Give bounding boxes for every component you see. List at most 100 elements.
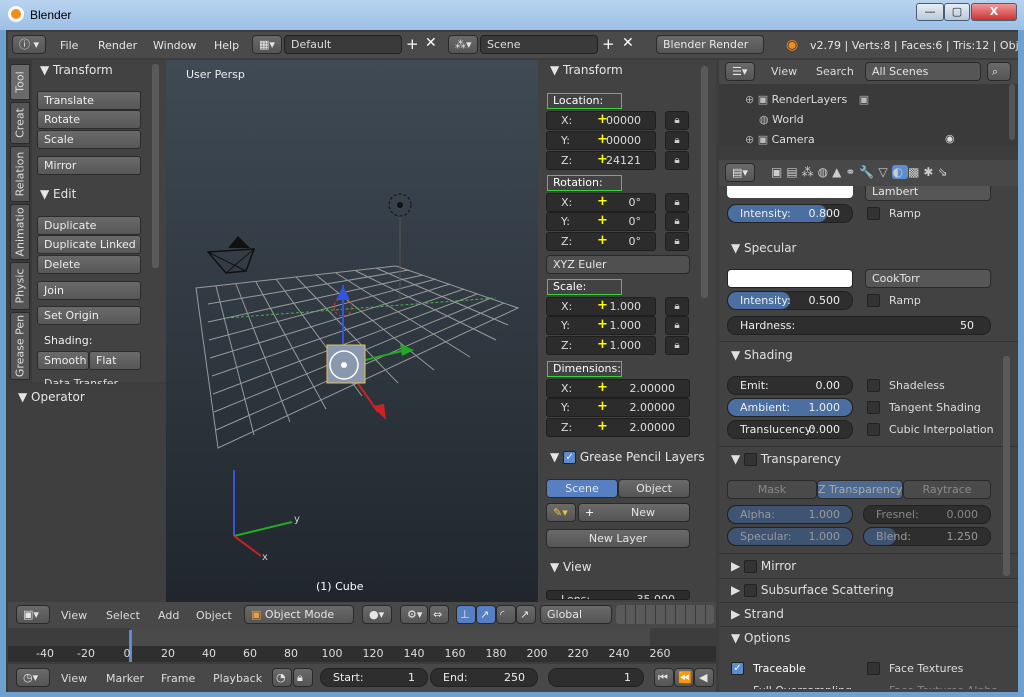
rotation-z-field[interactable]: Z: +0°	[546, 232, 656, 251]
start-frame-field[interactable]: Start: 1	[320, 668, 428, 687]
timeline-view-menu[interactable]: View	[61, 672, 87, 685]
translate-manipulator-icon[interactable]: ⊥	[456, 605, 476, 624]
outliner-search-icon[interactable]: ⌕	[987, 62, 1011, 81]
lock-location-y-icon[interactable]: 🔒︎	[665, 131, 689, 150]
join-button[interactable]: Join	[37, 281, 141, 300]
smooth-button[interactable]: Smooth	[37, 351, 89, 370]
screen-layout-field[interactable]: Default	[284, 35, 402, 54]
viewport-shading-icon[interactable]: ●▾	[362, 605, 392, 624]
set-origin-button[interactable]: Set Origin	[37, 306, 141, 325]
view3d-object-menu[interactable]: Object	[196, 609, 232, 622]
tab-create[interactable]: Creat	[10, 102, 30, 144]
sss-section-header[interactable]: ▶ Subsurface Scattering	[731, 583, 894, 597]
menu-render[interactable]: Render	[98, 39, 137, 52]
grease-pencil-checkbox[interactable]: ✓	[563, 451, 577, 464]
diffuse-intensity-slider[interactable]: Intensity: 0.800	[727, 204, 853, 223]
flat-button[interactable]: Flat	[89, 351, 141, 370]
rotate-button[interactable]: Rotate	[37, 110, 141, 129]
mirror-section-header[interactable]: ▶ Mirror	[731, 559, 796, 573]
duplicate-linked-button[interactable]: Duplicate Linked	[37, 235, 141, 254]
location-z-field[interactable]: Z: +24121	[546, 151, 656, 170]
tangent-shading-checkbox[interactable]	[867, 401, 880, 414]
tab-tool[interactable]: Tool	[10, 64, 30, 100]
editor-type-info-icon[interactable]: ⓘ ▾	[12, 35, 46, 54]
edit-panel-header[interactable]: ▼ Edit	[40, 187, 76, 201]
shadeless-checkbox[interactable]	[867, 379, 880, 392]
scene-icon[interactable]: ⁂▾	[448, 35, 478, 54]
timeline-frame-menu[interactable]: Frame	[161, 672, 195, 685]
outliner-item-world[interactable]: ◍ World	[759, 113, 804, 126]
view-panel-header[interactable]: ▼ View	[550, 560, 592, 574]
n-panel-scrollbar[interactable]	[701, 66, 708, 298]
minimize-button[interactable]: —	[916, 3, 944, 21]
transparency-checkbox[interactable]	[744, 453, 758, 466]
outliner-item-camera[interactable]: ⊕ ▣ Camera	[745, 133, 815, 146]
rotation-y-field[interactable]: Y: +0°	[546, 212, 656, 231]
tab-animation[interactable]: Animatio	[10, 204, 30, 260]
grease-pencil-header[interactable]: ▼ ✓ Grease Pencil Layers	[550, 450, 705, 464]
diffuse-shader-select[interactable]: Lambert	[865, 186, 991, 201]
scale-y-field[interactable]: Y: +1.000	[546, 316, 656, 335]
view3d-editor-type-icon[interactable]: ▣▾	[16, 605, 50, 624]
lock-scale-z-icon[interactable]: 🔒︎	[665, 336, 689, 355]
outliner-item-renderlayers[interactable]: ⊕ ▣ RenderLayers ▣	[745, 93, 869, 106]
object-mode-select[interactable]: ▣ Object Mode	[244, 605, 354, 624]
cubic-interpolation-checkbox[interactable]	[867, 423, 880, 436]
properties-editor-type-icon[interactable]: ▤▾	[725, 163, 755, 182]
viewport-3d[interactable]: User Persp y x (1) Cube	[166, 60, 538, 602]
gp-new-button[interactable]: + New	[578, 503, 690, 522]
dimension-z-field[interactable]: Z: +2.00000	[546, 418, 690, 437]
translucency-slider[interactable]: Translucency: 0.000	[727, 420, 853, 439]
lens-field[interactable]: Lens: 35.000	[546, 590, 690, 600]
n-transform-header[interactable]: ▼ Transform	[550, 63, 623, 77]
translate-button[interactable]: Translate	[37, 91, 141, 110]
lock-scale-x-icon[interactable]: 🔒︎	[665, 297, 689, 316]
lock-rotation-x-icon[interactable]: 🔒︎	[665, 193, 689, 212]
ambient-slider[interactable]: Ambient: 1.000	[727, 398, 853, 417]
outliner-search-menu[interactable]: Search	[816, 65, 854, 78]
jump-keyframe-back-icon[interactable]: ⏪	[674, 668, 694, 687]
view3d-add-menu[interactable]: Add	[158, 609, 179, 622]
location-x-field[interactable]: X: +00000	[546, 111, 656, 130]
play-reverse-icon[interactable]: ◀	[694, 668, 714, 687]
lock-rotation-z-icon[interactable]: 🔒︎	[665, 232, 689, 251]
lock-scale-y-icon[interactable]: 🔒︎	[665, 316, 689, 335]
raytrace-button[interactable]: Raytrace	[903, 480, 991, 499]
rotation-mode-select[interactable]: XYZ Euler	[546, 255, 690, 274]
diffuse-color-swatch[interactable]	[727, 186, 853, 198]
timeline-editor-type-icon[interactable]: ◷▾	[16, 668, 50, 687]
timeline-playback-menu[interactable]: Playback	[213, 672, 262, 685]
traceable-checkbox[interactable]: ✓	[731, 662, 744, 675]
view3d-view-menu[interactable]: View	[61, 609, 87, 622]
lock-range-icon[interactable]: 🔒︎	[293, 668, 313, 687]
location-y-field[interactable]: Y: +00000	[546, 131, 656, 150]
transform-panel-header[interactable]: ▼ Transform	[40, 63, 113, 77]
tab-physics[interactable]: Physic	[10, 262, 30, 310]
hardness-field[interactable]: Hardness: 50	[727, 316, 991, 335]
tab-grease-pencil[interactable]: Grease Pen	[10, 312, 30, 380]
scale-z-field[interactable]: Z: +1.000	[546, 336, 656, 355]
emit-slider[interactable]: Emit: 0.00	[727, 376, 853, 395]
outliner-view-menu[interactable]: View	[771, 65, 797, 78]
z-transparency-button[interactable]: Z Transparency	[817, 480, 903, 499]
specular-shader-select[interactable]: CookTorr	[865, 269, 991, 288]
toolshelf-scrollbar[interactable]	[152, 64, 159, 268]
maximize-button[interactable]: ▢	[944, 3, 970, 21]
shading-section-header[interactable]: ▼ Shading	[731, 348, 793, 362]
remove-scene-icon[interactable]: ✕	[622, 35, 634, 51]
close-window-button[interactable]: X	[971, 3, 1017, 21]
sss-checkbox[interactable]	[744, 584, 758, 597]
mask-button[interactable]: Mask	[727, 480, 817, 499]
fresnel-slider[interactable]: Fresnel: 0.000	[863, 505, 991, 524]
properties-scrollbar[interactable]	[1003, 356, 1010, 576]
screen-layout-icon[interactable]: ▦▾	[252, 35, 282, 54]
scale-x-field[interactable]: X: +1.000	[546, 297, 656, 316]
diffuse-ramp-checkbox[interactable]	[867, 207, 880, 220]
move-manipulator-icon[interactable]: ↗	[476, 605, 496, 624]
outliner-scrollbar[interactable]	[1009, 84, 1015, 140]
specular-section-header[interactable]: ▼ Specular	[731, 241, 797, 255]
rotation-x-field[interactable]: X: +0°	[546, 193, 656, 212]
remove-screen-icon[interactable]: ✕	[425, 35, 437, 51]
specular-transparency-slider[interactable]: Specular: 1.000	[727, 527, 853, 546]
jump-to-start-icon[interactable]: ⏮	[654, 668, 674, 687]
